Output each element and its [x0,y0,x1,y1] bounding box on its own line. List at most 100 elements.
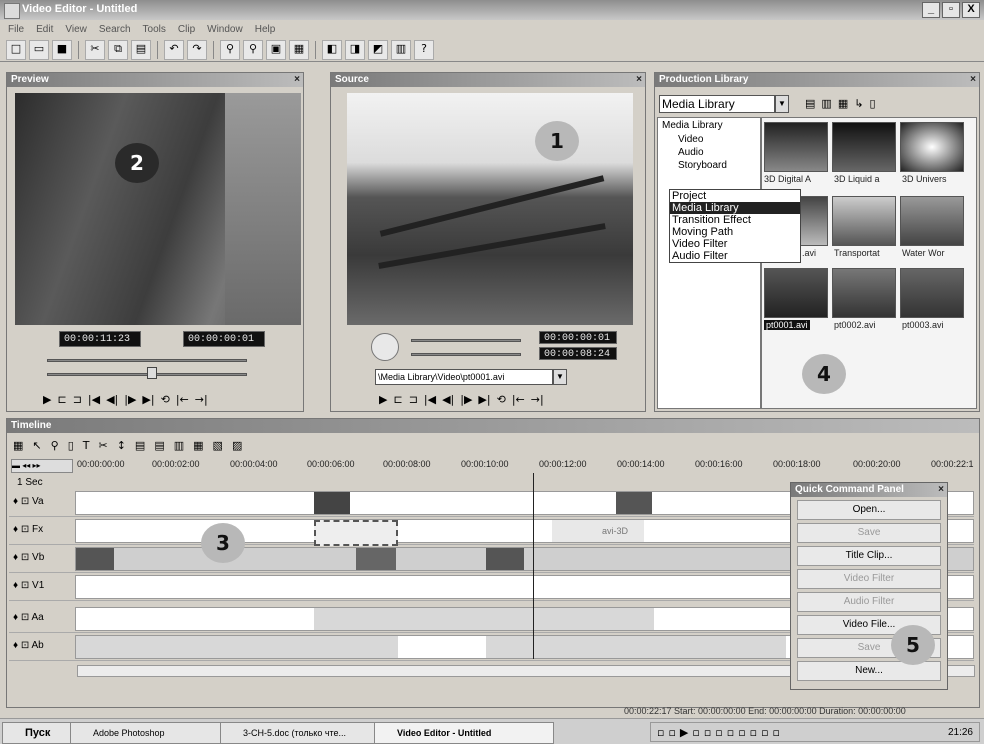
thumbnail[interactable] [764,122,828,172]
redo-icon[interactable]: ↷ [187,39,207,60]
copy-icon[interactable]: ⧉ [108,39,128,60]
taskbar-app-video-editor[interactable]: Video Editor - Untitled [374,722,554,744]
go-end-icon[interactable]: ▶| [142,393,154,406]
dropdown-option-transition-effect[interactable]: Transition Effect [670,214,800,226]
video-clip[interactable] [314,492,350,514]
close-icon[interactable]: × [636,73,642,87]
render-icon[interactable]: ▦ [289,39,309,60]
source-out-timecode[interactable]: 00:00:08:24 [539,347,617,360]
new-file-icon[interactable]: □ [6,39,26,60]
menu-search[interactable]: Search [99,24,131,35]
timeline-window-icon[interactable]: ▥ [391,39,411,60]
razor-icon[interactable]: ✂ [98,439,107,452]
loop-icon[interactable]: ⟲ [497,393,506,406]
undo-icon[interactable]: ↶ [164,39,184,60]
menu-clip[interactable]: Clip [178,24,195,35]
next-clip-icon[interactable]: →| [531,393,544,406]
source-video[interactable]: 1 [347,93,633,325]
track-icon[interactable]: ▤ [154,439,164,452]
grid-icon[interactable]: ▦ [13,439,23,452]
ruler-zoom-control[interactable]: ▬ ◂◂ ▸▸ [11,459,73,473]
save-button[interactable]: Save [797,523,941,543]
preview-window-icon[interactable]: ◧ [322,39,342,60]
video-filter-button[interactable]: Video Filter [797,569,941,589]
prev-clip-icon[interactable]: |← [176,393,189,406]
maximize-button[interactable]: ▫ [942,2,960,18]
find-icon[interactable]: ⚲ [220,39,240,60]
video-clip[interactable] [616,492,652,514]
playhead[interactable] [533,473,534,659]
preview-shuttle-slider[interactable] [47,359,247,362]
video-clip[interactable] [76,548,114,570]
taskbar-app-photoshop[interactable]: Adobe Photoshop [70,722,234,744]
library-window-icon[interactable]: ◩ [368,39,388,60]
thumbnail[interactable] [764,268,828,318]
prev-frame-icon[interactable]: ◀| [106,393,118,406]
close-button[interactable]: X [962,2,980,18]
source-volume-slider[interactable] [411,353,521,356]
loop-icon[interactable]: ⟲ [161,393,170,406]
tree-item-storyboard[interactable]: Storyboard [658,159,760,172]
help-icon[interactable]: ? [414,39,434,60]
play-icon[interactable]: ▶ [43,393,51,406]
dropdown-option-project[interactable]: Project [670,190,800,202]
next-clip-icon[interactable]: →| [195,393,208,406]
source-shuttle-slider[interactable] [411,339,521,342]
title-clip-button[interactable]: Title Clip... [797,546,941,566]
menu-window[interactable]: Window [207,24,243,35]
source-path-select[interactable]: \Media Library\Video\pt0001.avi [375,369,553,385]
prev-frame-icon[interactable]: ◀| [442,393,454,406]
select-icon[interactable]: ↖ [32,439,41,452]
close-icon[interactable]: × [970,73,976,87]
audio-clip[interactable] [76,636,398,658]
chevron-down-icon[interactable]: ▼ [553,369,567,385]
tree-item-audio[interactable]: Audio [658,146,760,159]
prev-clip-icon[interactable]: |← [512,393,525,406]
menu-edit[interactable]: Edit [36,24,53,35]
menu-view[interactable]: View [65,24,87,35]
menu-file[interactable]: File [8,24,24,35]
menu-help[interactable]: Help [255,24,276,35]
menu-tools[interactable]: Tools [143,24,166,35]
track-icon[interactable]: ▤ [135,439,145,452]
preview-video[interactable]: 2 [15,93,301,325]
video-clip[interactable] [356,548,396,570]
capture-icon[interactable]: ▣ [266,39,286,60]
thumbnail[interactable] [832,122,896,172]
dropdown-option-video-filter[interactable]: Video Filter [670,238,800,250]
chevron-down-icon[interactable]: ▼ [775,95,789,113]
open-button[interactable]: Open... [797,500,941,520]
slider-handle[interactable] [147,367,157,379]
mark-in-icon[interactable]: ⊏ [57,393,66,406]
thumbnail-view-icon[interactable]: ▦ [838,97,848,110]
dropdown-option-audio-filter[interactable]: Audio Filter [670,250,800,262]
audio-filter-button[interactable]: Audio Filter [797,592,941,612]
preview-duration-timecode[interactable]: 00:00:00:01 [183,331,265,347]
timeline-ruler[interactable]: 00:00:00:00 00:00:02:00 00:00:04:00 00:0… [77,459,975,473]
mark-in-icon[interactable]: ⊏ [393,393,402,406]
transition-clip[interactable] [314,520,398,546]
go-start-icon[interactable]: |◀ [88,393,100,406]
mark-out-icon[interactable]: ⊐ [409,393,418,406]
thumbnail[interactable] [832,196,896,246]
next-frame-icon[interactable]: |▶ [460,393,472,406]
zoom-icon[interactable]: ⚲ [51,439,59,452]
properties-icon[interactable]: ▯ [869,97,875,110]
go-end-icon[interactable]: ▶| [478,393,490,406]
find-next-icon[interactable]: ⚲ [243,39,263,60]
track-icon[interactable]: ▧ [213,439,223,452]
thumbnail[interactable] [900,196,964,246]
paste-icon[interactable]: ▤ [131,39,151,60]
dropdown-option-moving-path[interactable]: Moving Path [670,226,800,238]
close-icon[interactable]: × [294,73,300,87]
jog-wheel-icon[interactable] [371,333,399,361]
list-view-icon[interactable]: ▤ [805,97,815,110]
source-window-icon[interactable]: ◨ [345,39,365,60]
thumbnail[interactable] [900,268,964,318]
marker-icon[interactable]: ↕ [117,439,126,452]
source-in-timecode[interactable]: 00:00:00:01 [539,331,617,344]
dropdown-option-media-library[interactable]: Media Library [670,202,800,214]
play-icon[interactable]: ▶ [379,393,387,406]
transition-clip-label[interactable]: avi-3D [552,520,644,542]
clip-icon[interactable]: ▯ [68,439,74,452]
